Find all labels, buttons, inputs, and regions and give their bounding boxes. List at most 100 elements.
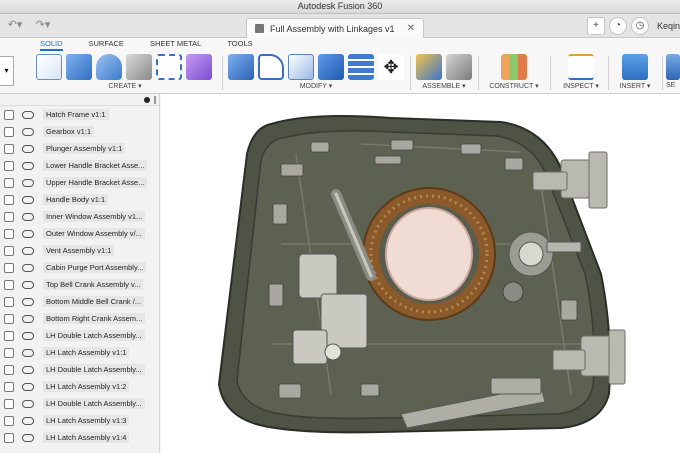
- browser-item-label: Outer Window Assembly v/...: [43, 228, 145, 239]
- visibility-toggle-icon[interactable]: [4, 262, 14, 273]
- workspace-switcher[interactable]: ▾: [0, 56, 14, 86]
- link-icon: [22, 229, 34, 238]
- new-component-icon[interactable]: [416, 54, 442, 80]
- visibility-toggle-icon[interactable]: [4, 398, 14, 409]
- visibility-toggle-icon[interactable]: [4, 330, 14, 341]
- browser-item-label: Bottom Right Crank Assem...: [43, 313, 146, 324]
- panel-resize-handle[interactable]: [154, 96, 156, 104]
- browser-item[interactable]: Lower Handle Bracket Asse...: [0, 157, 159, 174]
- browser-item[interactable]: Handle Body v1:1: [0, 191, 159, 208]
- tab-sheet-metal[interactable]: SHEET METAL: [150, 39, 201, 51]
- browser-panel: Hatch Frame v1:1 Gearbox v1:1 Plunger Asse…: [0, 94, 160, 453]
- visibility-toggle-icon[interactable]: [4, 194, 14, 205]
- box-icon[interactable]: [126, 54, 152, 80]
- link-icon: [22, 144, 34, 153]
- browser-item[interactable]: LH Latch Assembly v1:2: [0, 378, 159, 395]
- inspect-label[interactable]: INSPECT ▾: [556, 82, 606, 90]
- close-tab-icon[interactable]: ✕: [407, 23, 415, 34]
- construct-label[interactable]: CONSTRUCT ▾: [484, 82, 544, 90]
- create-label[interactable]: CREATE ▾: [36, 82, 214, 90]
- construct-group: CONSTRUCT ▾: [484, 52, 544, 92]
- new-tab-icon[interactable]: +: [586, 17, 605, 35]
- select-label[interactable]: SE: [666, 82, 680, 89]
- link-icon: [22, 382, 34, 391]
- toolbar-ribbon: SOLID SURFACE SHEET METAL TOOLS ▾ CREATE…: [0, 38, 680, 94]
- undo-icon[interactable]: ↶▾: [4, 18, 26, 32]
- header-right-icons: + ◔ ◷ Keqin: [586, 17, 680, 35]
- visibility-toggle-icon[interactable]: [4, 143, 14, 154]
- visibility-toggle-icon[interactable]: [4, 211, 14, 222]
- visibility-toggle-icon[interactable]: [4, 245, 14, 256]
- insert-label[interactable]: INSERT ▾: [612, 82, 658, 90]
- separator: [410, 56, 411, 90]
- hatch-model[interactable]: [161, 94, 680, 453]
- visibility-toggle-icon[interactable]: [4, 415, 14, 426]
- pattern-icon[interactable]: [156, 54, 182, 80]
- offset-plane-icon[interactable]: [501, 54, 527, 80]
- browser-item[interactable]: LH Latch Assembly v1:1: [0, 344, 159, 361]
- clock-icon[interactable]: ◷: [630, 17, 649, 35]
- browser-item[interactable]: Plunger Assembly v1:1: [0, 140, 159, 157]
- visibility-toggle-icon[interactable]: [4, 228, 14, 239]
- joint-icon[interactable]: [446, 54, 472, 80]
- visibility-toggle-icon[interactable]: [4, 126, 14, 137]
- shell-icon[interactable]: [288, 54, 314, 80]
- browser-item[interactable]: Cabin Purge Port Assembly...: [0, 259, 159, 276]
- browser-item-label: Top Bell Crank Assembly v...: [43, 279, 144, 290]
- browser-options-icon[interactable]: [144, 97, 150, 103]
- browser-item[interactable]: Inner Window Assembly v1...: [0, 208, 159, 225]
- press-pull-icon[interactable]: [228, 54, 254, 80]
- document-tab[interactable]: Full Assembly with Linkages v1 ✕: [246, 18, 424, 38]
- form-icon[interactable]: [186, 54, 212, 80]
- visibility-toggle-icon[interactable]: [4, 432, 14, 443]
- visibility-toggle-icon[interactable]: [4, 364, 14, 375]
- extrude-icon[interactable]: [66, 54, 92, 80]
- browser-item[interactable]: Hatch Frame v1:1: [0, 106, 159, 123]
- visibility-toggle-icon[interactable]: [4, 313, 14, 324]
- visibility-toggle-icon[interactable]: [4, 381, 14, 392]
- combine-icon[interactable]: [318, 54, 344, 80]
- assemble-group: ASSEMBLE ▾: [416, 52, 472, 92]
- measure-icon[interactable]: [568, 54, 594, 80]
- insert-image-icon[interactable]: [622, 54, 648, 80]
- document-tab-strip: ↶▾ ↷▾ Full Assembly with Linkages v1 ✕ +…: [0, 14, 680, 38]
- move-icon[interactable]: ✥: [378, 54, 404, 80]
- title-bar: Autodesk Fusion 360: [0, 0, 680, 14]
- browser-item[interactable]: Vent Assembly v1:1: [0, 242, 159, 259]
- browser-item[interactable]: Gearbox v1:1: [0, 123, 159, 140]
- browser-item[interactable]: LH Latch Assembly v1:4: [0, 429, 159, 446]
- browser-item[interactable]: LH Double Latch Assembly...: [0, 327, 159, 344]
- browser-item[interactable]: Upper Handle Bracket Asse...: [0, 174, 159, 191]
- visibility-toggle-icon[interactable]: [4, 296, 14, 307]
- browser-item[interactable]: LH Latch Assembly v1:3: [0, 412, 159, 429]
- visibility-toggle-icon[interactable]: [4, 347, 14, 358]
- browser-item[interactable]: Bottom Middle Bell Crank /...: [0, 293, 159, 310]
- canvas-viewport[interactable]: [161, 94, 680, 453]
- browser-item[interactable]: Bottom Right Crank Assem...: [0, 310, 159, 327]
- link-icon: [22, 212, 34, 221]
- browser-item[interactable]: Outer Window Assembly v/...: [0, 225, 159, 242]
- visibility-toggle-icon[interactable]: [4, 177, 14, 188]
- select-icon[interactable]: [666, 54, 680, 80]
- browser-item[interactable]: LH Double Latch Assembly...: [0, 395, 159, 412]
- tab-surface[interactable]: SURFACE: [89, 39, 124, 51]
- visibility-toggle-icon[interactable]: [4, 160, 14, 171]
- browser-item-label: Gearbox v1:1: [43, 126, 95, 137]
- browser-item[interactable]: Top Bell Crank Assembly v...: [0, 276, 159, 293]
- create-sketch-icon[interactable]: [36, 54, 62, 80]
- visibility-toggle-icon[interactable]: [4, 109, 14, 120]
- user-name[interactable]: Keqin: [653, 21, 680, 31]
- tab-solid[interactable]: SOLID: [40, 39, 63, 51]
- workspace-tabs: SOLID SURFACE SHEET METAL TOOLS: [40, 39, 253, 51]
- visibility-toggle-icon[interactable]: [4, 279, 14, 290]
- browser-item[interactable]: LH Double Latch Assembly...: [0, 361, 159, 378]
- link-icon: [22, 331, 34, 340]
- assemble-label[interactable]: ASSEMBLE ▾: [416, 82, 472, 90]
- split-body-icon[interactable]: [348, 54, 374, 80]
- fillet-icon[interactable]: [258, 54, 284, 80]
- redo-icon[interactable]: ↷▾: [32, 18, 54, 32]
- job-status-icon[interactable]: ◔: [608, 17, 627, 35]
- modify-label[interactable]: MODIFY ▾: [228, 82, 404, 90]
- revolve-icon[interactable]: [96, 54, 122, 80]
- tab-tools[interactable]: TOOLS: [227, 39, 252, 51]
